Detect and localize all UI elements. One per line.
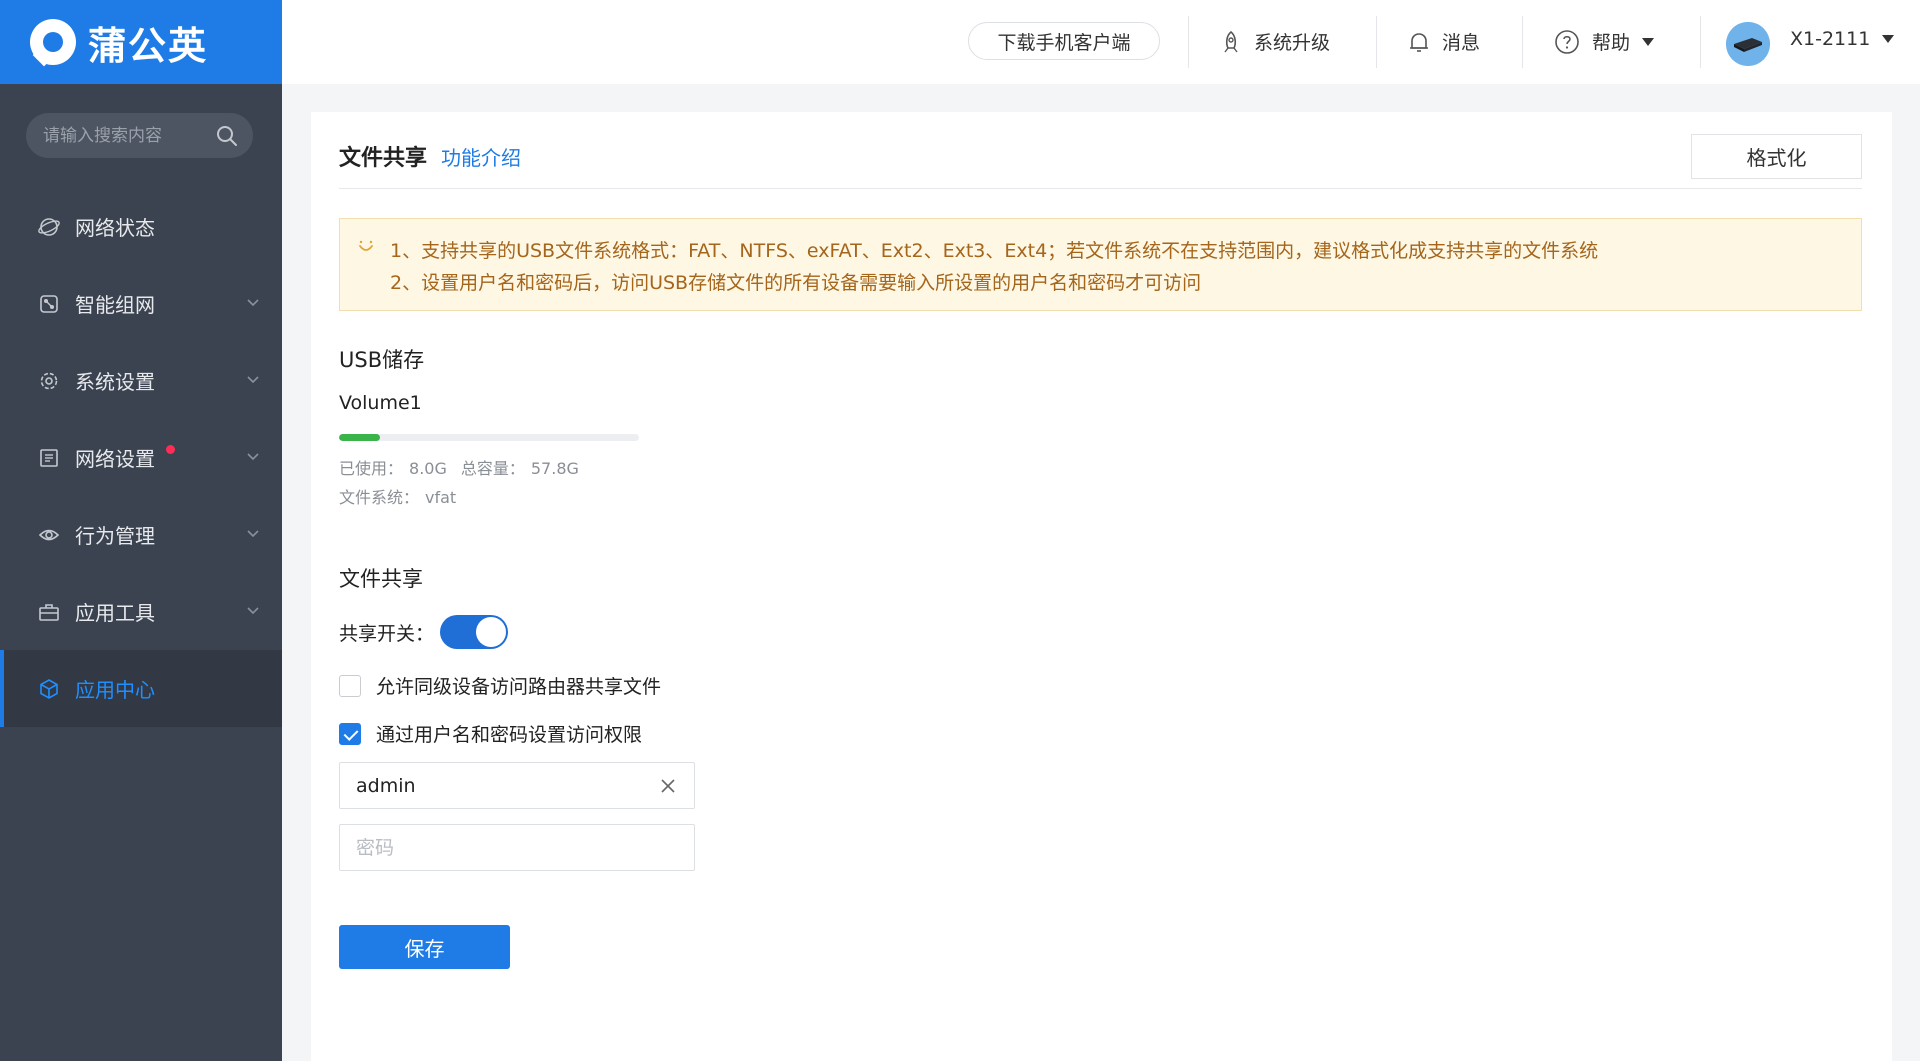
sidebar-search-input[interactable]	[43, 125, 215, 146]
system-upgrade-label: 系统升级	[1254, 32, 1331, 54]
filesystem-meta: 文件系统： vfat	[339, 484, 462, 508]
username-input[interactable]	[356, 774, 658, 797]
device-avatar[interactable]	[1726, 22, 1770, 66]
search-icon[interactable]	[215, 124, 239, 148]
chevron-down-icon	[247, 530, 259, 538]
password-field	[339, 824, 695, 871]
sidebar-item-label: 网络状态	[75, 216, 155, 240]
sidebar-item-label: 应用工具	[75, 601, 155, 625]
sidebar-search	[26, 113, 253, 158]
brand-logo[interactable]: 蒲公英	[0, 0, 282, 84]
sidebar-item-label: 行为管理	[75, 524, 155, 548]
sidebar-item-app-center[interactable]: 应用中心	[0, 650, 282, 727]
sidebar-nav: 网络状态 智能组网 系统设置 网络设置 行为管理 应用工具 应用中心	[0, 188, 282, 727]
page-title: 文件共享	[339, 146, 428, 171]
divider	[339, 188, 1862, 189]
gear-icon	[40, 372, 58, 389]
router-device-icon	[1726, 22, 1770, 66]
dandelion-logo-icon	[30, 19, 76, 65]
sidebar-item-label: 智能组网	[75, 293, 155, 317]
sidebar-item-label: 应用中心	[75, 678, 155, 702]
device-name: X1-2111	[1790, 28, 1871, 50]
share-switch-row: 共享开关：	[339, 615, 509, 649]
allow-same-level-checkbox[interactable]	[339, 674, 361, 697]
header-divider	[1188, 16, 1189, 68]
format-button[interactable]: 格式化	[1691, 134, 1862, 179]
header-divider	[1522, 16, 1523, 68]
auth-checkbox-row[interactable]: 通过用户名和密码设置访问权限	[339, 720, 642, 747]
toolbox-icon	[39, 603, 59, 621]
network-icon	[40, 294, 58, 313]
auth-checkbox[interactable]	[339, 722, 361, 745]
sidebar-item-smart-network[interactable]: 智能组网	[0, 265, 282, 342]
usage-meta: 已使用： 8.0G 总容量： 57.8G	[339, 455, 585, 479]
rocket-icon	[1224, 30, 1238, 52]
auth-label: 通过用户名和密码设置访问权限	[376, 724, 643, 746]
help-menu[interactable]: 帮助	[1554, 28, 1655, 55]
messages-button[interactable]: 消息	[1408, 28, 1480, 55]
chevron-down-icon	[247, 299, 259, 307]
panel-title-row: 文件共享 功能介绍	[339, 140, 521, 172]
messages-label: 消息	[1442, 32, 1481, 54]
notification-dot	[166, 445, 175, 454]
feature-intro-link[interactable]: 功能介绍	[441, 142, 521, 171]
file-sharing-panel: 文件共享 功能介绍 格式化 1、支持共享的USB文件系统格式：FAT、NTFS、…	[311, 112, 1892, 1061]
fs-value: vfat	[425, 488, 457, 507]
username-field	[339, 762, 695, 809]
brand-name: 蒲公英	[88, 23, 209, 68]
caret-down-icon	[1882, 35, 1895, 43]
chevron-down-icon	[247, 607, 259, 615]
eye-icon	[38, 529, 60, 540]
list-icon	[40, 448, 58, 467]
system-upgrade-button[interactable]: 系统升级	[1220, 28, 1330, 55]
sidebar-item-network-status[interactable]: 网络状态	[0, 188, 282, 265]
download-app-button[interactable]: 下载手机客户端	[968, 22, 1160, 60]
notice-line-1: 1、支持共享的USB文件系统格式：FAT、NTFS、exFAT、Ext2、Ext…	[390, 240, 1599, 262]
bell-icon	[1410, 32, 1428, 52]
notice-line-2: 2、设置用户名和密码后，访问USB存储文件的所有设备需要输入所设置的用户名和密码…	[390, 272, 1202, 294]
share-switch-label: 共享开关：	[339, 622, 435, 645]
sidebar-item-label: 系统设置	[75, 370, 155, 394]
used-label: 已使用：	[339, 459, 404, 478]
allow-same-level-label: 允许同级设备访问路由器共享文件	[376, 676, 662, 698]
notice-box: 1、支持共享的USB文件系统格式：FAT、NTFS、exFAT、Ext2、Ext…	[339, 218, 1862, 311]
share-toggle[interactable]	[440, 615, 509, 649]
password-input[interactable]	[356, 836, 678, 859]
header-divider	[1376, 16, 1377, 68]
header-divider	[1700, 16, 1701, 68]
file-sharing-section-title: 文件共享	[339, 567, 423, 591]
cube-icon	[40, 678, 58, 699]
help-icon	[1555, 29, 1579, 54]
used-value: 8.0G	[409, 459, 447, 478]
sidebar-item-behavior-management[interactable]: 行为管理	[0, 496, 282, 573]
caret-down-icon	[1642, 37, 1655, 46]
sidebar: 蒲公英 网络状态 智能组网 系统设置 网络设置 行为管理	[0, 0, 282, 1061]
allow-same-level-checkbox-row[interactable]: 允许同级设备访问路由器共享文件	[339, 672, 661, 699]
smile-icon	[359, 240, 373, 251]
sidebar-item-network-settings[interactable]: 网络设置	[0, 419, 282, 496]
volume-name: Volume1	[339, 392, 422, 414]
sidebar-item-system-settings[interactable]: 系统设置	[0, 342, 282, 419]
usage-bar-fill	[339, 434, 381, 441]
globe-icon	[38, 217, 60, 236]
total-value: 57.8G	[530, 459, 579, 478]
sidebar-item-app-tools[interactable]: 应用工具	[0, 573, 282, 650]
total-label: 总容量：	[460, 459, 525, 478]
device-menu[interactable]: X1-2111	[1790, 28, 1895, 50]
sidebar-item-label: 网络设置	[75, 447, 155, 471]
save-button[interactable]: 保存	[339, 925, 510, 969]
chevron-down-icon	[247, 376, 259, 384]
fs-label: 文件系统：	[339, 488, 420, 507]
usage-bar	[339, 434, 639, 441]
usb-storage-title: USB储存	[339, 348, 425, 372]
top-header: 下载手机客户端 系统升级 消息 帮助 X1-2111	[282, 0, 1920, 84]
chevron-down-icon	[247, 453, 259, 461]
help-label: 帮助	[1592, 32, 1631, 54]
close-icon[interactable]	[658, 776, 678, 796]
